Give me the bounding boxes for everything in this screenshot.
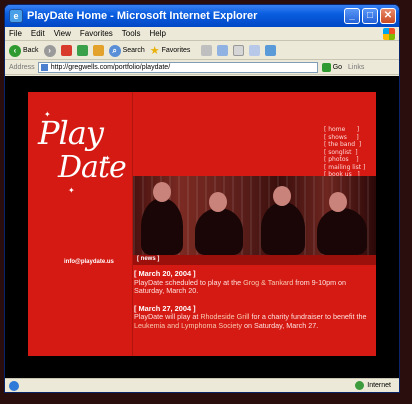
favorites-button[interactable]: ★ Favorites [150,44,191,57]
news-list: [ March 20, 2004 ] PlayDate scheduled to… [134,269,370,340]
playdate-logo[interactable]: Play Date ✦ ✦ ✦ [34,110,127,204]
news-text: on Saturday, March 27. [242,320,319,330]
page-viewport: Play Date ✦ ✦ ✦ [ home ] [ shows ] [ the… [5,76,399,380]
messenger-button[interactable] [265,45,277,56]
links-button[interactable]: Links [348,64,364,71]
nav-the-band[interactable]: [ the band ] [324,141,365,149]
refresh-button[interactable] [76,45,88,56]
go-label: Go [332,64,343,71]
menu-tools[interactable]: Tools [122,29,141,38]
go-arrow-icon [321,63,331,72]
windows-logo-icon [383,28,395,40]
window-title: PlayDate Home - Microsoft Internet Explo… [27,10,258,22]
search-icon: ⌕ [108,44,121,57]
back-label: Back [23,47,39,54]
forward-button[interactable]: › [43,44,56,57]
star-icon: ✦ [68,186,75,195]
back-button[interactable]: ‹ Back [9,44,39,57]
address-url: http://gregwells.com/portfolio/playdate/ [50,64,171,71]
nav-songlist[interactable]: [ songlist ] [324,149,365,157]
logo-play-text: Play [38,114,104,152]
search-button[interactable]: ⌕ Search [108,44,145,57]
zone-label: Internet [367,382,391,389]
nav-home[interactable]: [ home ] [324,126,365,134]
menu-edit[interactable]: Edit [31,29,45,38]
band-member [317,208,367,255]
edit-button[interactable] [249,45,261,56]
back-arrow-icon: ‹ [9,44,21,57]
print-button[interactable] [233,45,245,56]
stop-button[interactable] [60,45,72,56]
page-icon [40,64,48,71]
maximize-button[interactable]: □ [362,8,378,24]
band-member [141,198,183,255]
star-icon: ✦ [104,154,111,163]
mail-button[interactable] [217,45,229,56]
star-icon: ★ [149,45,160,57]
globe-icon [355,381,365,390]
home-button[interactable] [92,45,104,56]
close-button[interactable]: ✕ [380,8,396,24]
news-bar: [ news ] [133,255,376,265]
band-photo [133,176,376,255]
venue-link[interactable]: Grog & Tankard [243,278,293,287]
title-bar: e PlayDate Home - Microsoft Internet Exp… [5,5,399,27]
favorites-label: Favorites [161,47,191,54]
news-label: [ news ] [137,256,160,262]
site-nav: [ home ] [ shows ] [ the band ] [ songli… [324,126,365,179]
menu-help[interactable]: Help [149,29,165,38]
page-done-icon [9,380,19,391]
security-zone: Internet [355,381,391,390]
address-bar: Address http://gregwells.com/portfolio/p… [5,61,399,75]
history-button[interactable] [201,45,213,56]
charity-link[interactable]: Leukemia and Lymphoma Society [134,321,242,330]
browser-window: e PlayDate Home - Microsoft Internet Exp… [4,4,400,393]
address-label: Address [9,64,35,71]
nav-shows[interactable]: [ shows ] [324,134,365,142]
window-controls: _ □ ✕ [344,8,396,24]
search-label: Search [122,47,145,54]
news-item: [ March 27, 2004 ] PlayDate will play at… [134,304,370,331]
go-button[interactable]: Go [321,63,343,72]
minimize-button[interactable]: _ [344,8,360,24]
menu-view[interactable]: View [54,29,71,38]
status-bar: Internet [5,378,399,392]
nav-photos[interactable]: [ photos ] [324,156,365,164]
toolbar: ‹ Back › ⌕ Search ★ Favorites [5,42,399,60]
nav-mailing-list[interactable]: [ mailing list ] [324,164,365,172]
menu-file[interactable]: File [9,29,22,38]
star-icon: ✦ [44,110,51,119]
band-member [195,208,243,255]
ie-icon: e [9,9,23,23]
menu-favorites[interactable]: Favorites [80,29,113,38]
contact-email[interactable]: info@playdate.us [64,259,114,265]
address-field[interactable]: http://gregwells.com/portfolio/playdate/ [37,62,318,73]
menu-bar: File Edit View Favorites Tools Help [5,27,399,41]
news-item: [ March 20, 2004 ] PlayDate scheduled to… [134,269,370,296]
playdate-site: Play Date ✦ ✦ ✦ [ home ] [ shows ] [ the… [28,92,376,356]
band-member [261,202,305,255]
logo-date-text: Date [58,150,127,185]
